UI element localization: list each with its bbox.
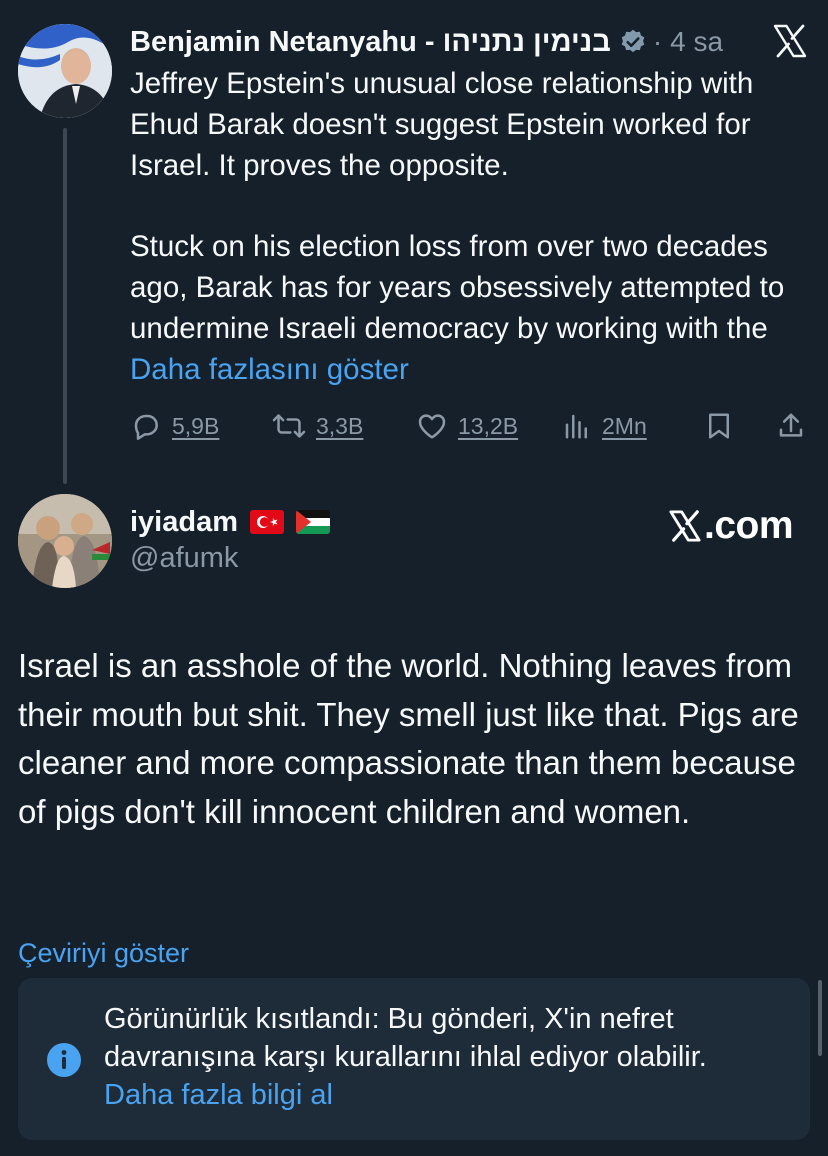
reply-count: 5,9B bbox=[172, 412, 220, 439]
bookmark-button[interactable] bbox=[704, 406, 744, 446]
show-more-link[interactable]: Daha fazlasını göster bbox=[130, 353, 409, 386]
tweet-actions: 5,9B 3,3B 13,2B 2Mn bbox=[130, 406, 810, 446]
reply-author-avatar[interactable] bbox=[18, 494, 112, 588]
info-icon bbox=[46, 1042, 82, 1078]
learn-more-link[interactable]: Daha fazla bilgi al bbox=[104, 1076, 794, 1114]
watermark-text: .com bbox=[704, 504, 794, 547]
views-icon bbox=[565, 414, 587, 439]
notice-text-block: Görünürlük kısıtlandı: Bu gönderi, X'in … bbox=[104, 1000, 794, 1114]
tweet-screenshot: Benjamin Netanyahu - בנימין נתניהו · 4 s… bbox=[0, 0, 828, 1156]
repost-button[interactable]: 3,3B bbox=[272, 406, 363, 446]
show-translation-link[interactable]: Çeviriyi göster bbox=[18, 938, 189, 969]
views-button[interactable]: 2Mn bbox=[562, 406, 647, 446]
palestine-flag-icon bbox=[296, 510, 330, 534]
parent-tweet-body: Jeffrey Epstein's unusual close relation… bbox=[130, 64, 810, 390]
tweet-paragraph: Stuck on his election loss from over two… bbox=[130, 227, 810, 390]
x-com-watermark: .com bbox=[668, 502, 794, 550]
reply-icon bbox=[134, 414, 158, 440]
author-avatar[interactable] bbox=[18, 24, 112, 118]
reply-author-handle[interactable]: @afumk bbox=[130, 542, 238, 575]
scrollbar[interactable] bbox=[818, 980, 822, 1056]
x-logo-icon[interactable] bbox=[772, 24, 808, 58]
heart-icon bbox=[418, 414, 446, 439]
like-count: 13,2B bbox=[458, 412, 519, 439]
turkey-flag-icon bbox=[250, 510, 284, 534]
share-button[interactable] bbox=[776, 406, 816, 446]
notice-message: Görünürlük kısıtlandı: Bu gönderi, X'in … bbox=[104, 1003, 707, 1073]
repost-icon bbox=[272, 414, 306, 438]
x-logo-icon bbox=[669, 510, 701, 542]
tweet-time[interactable]: 4 sa bbox=[670, 26, 723, 58]
parent-tweet-header: Benjamin Netanyahu - בנימין נתניהו · 4 s… bbox=[130, 22, 770, 62]
reply-tweet-body: Israel is an asshole of the world. Nothi… bbox=[18, 647, 799, 830]
tweet-paragraph-text: Stuck on his election loss from over two… bbox=[130, 230, 785, 345]
repost-count: 3,3B bbox=[316, 412, 364, 439]
like-button[interactable]: 13,2B bbox=[416, 406, 518, 446]
views-count: 2Mn bbox=[602, 412, 647, 439]
tweet-paragraph: Jeffrey Epstein's unusual close relation… bbox=[130, 67, 754, 182]
share-icon bbox=[779, 413, 803, 437]
reply-author-name[interactable]: iyiadam bbox=[130, 506, 238, 539]
author-name[interactable]: Benjamin Netanyahu - בנימין נתניהו bbox=[130, 26, 611, 59]
bookmark-icon bbox=[709, 413, 729, 439]
thread-connector-line bbox=[63, 128, 67, 484]
visibility-notice: Görünürlük kısıtlandı: Bu gönderi, X'in … bbox=[18, 978, 810, 1140]
reply-tweet-header: iyiadam bbox=[130, 502, 330, 542]
dot-separator: · bbox=[652, 26, 663, 57]
verified-badge-icon bbox=[619, 28, 647, 56]
reply-button[interactable]: 5,9B bbox=[130, 406, 219, 446]
